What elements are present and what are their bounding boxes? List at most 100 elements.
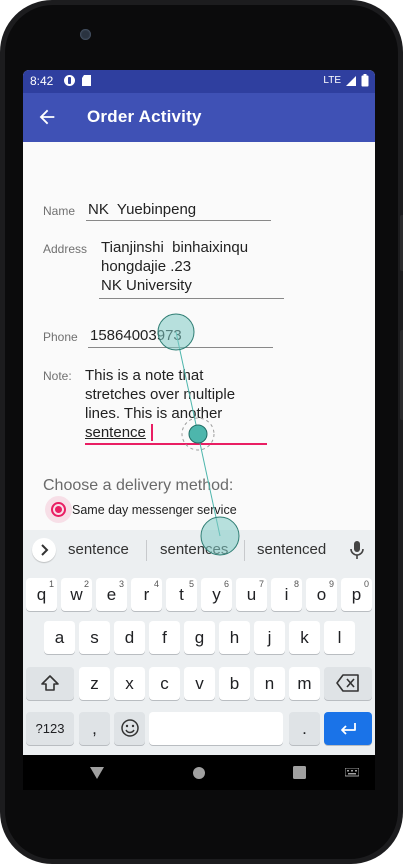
phone-underline xyxy=(88,347,273,348)
key-z[interactable]: z xyxy=(79,667,110,700)
key-o-hint: 9 xyxy=(328,579,334,589)
key-m[interactable]: m xyxy=(289,667,320,700)
key-i-label: i xyxy=(284,585,289,604)
key-p[interactable]: p0 xyxy=(341,578,372,611)
period-key[interactable]: . xyxy=(289,712,320,745)
note-label: Note: xyxy=(43,369,72,383)
key-p-hint: 0 xyxy=(363,579,369,589)
key-f[interactable]: f xyxy=(149,621,180,654)
note-underline-focused xyxy=(85,443,267,445)
key-i-hint: 8 xyxy=(293,579,299,589)
key-x[interactable]: x xyxy=(114,667,145,700)
key-d[interactable]: d xyxy=(114,621,145,654)
suggestion-2[interactable]: sentences xyxy=(160,541,228,558)
key-u-label: u xyxy=(246,585,257,604)
backspace-icon xyxy=(336,674,359,692)
address-label: Address xyxy=(43,242,88,256)
symbols-key[interactable]: ?123 xyxy=(26,712,74,745)
key-t-hint: 5 xyxy=(188,579,194,589)
name-underline xyxy=(86,220,271,221)
key-e-label: e xyxy=(106,585,117,604)
front-camera xyxy=(80,29,91,40)
recents-nav-icon[interactable] xyxy=(293,766,306,779)
chevron-right-icon xyxy=(41,544,49,556)
key-w-label: w xyxy=(70,585,83,604)
screen: 8:42 LTE Order Activity Name NK Yuebinpe… xyxy=(23,70,375,790)
key-e-hint: 3 xyxy=(118,579,124,589)
enter-key[interactable] xyxy=(324,712,372,745)
suggestion-strip: sentence sentences sentenced xyxy=(23,530,375,572)
name-field[interactable]: NK Yuebinpeng xyxy=(88,200,196,219)
key-o[interactable]: o9 xyxy=(306,578,337,611)
key-h[interactable]: h xyxy=(219,621,250,654)
address-line: NK University xyxy=(101,277,192,294)
emoji-key[interactable] xyxy=(114,712,145,745)
key-i[interactable]: i8 xyxy=(271,578,302,611)
key-g[interactable]: g xyxy=(184,621,215,654)
key-n[interactable]: n xyxy=(254,667,285,700)
key-r[interactable]: r4 xyxy=(131,578,162,611)
key-q-label: q xyxy=(36,585,47,604)
suggestion-divider xyxy=(244,540,245,561)
phone-label: Phone xyxy=(43,330,78,344)
note-line: lines. This is another xyxy=(85,405,223,422)
back-arrow-icon[interactable] xyxy=(36,106,58,128)
key-p-label: p xyxy=(351,585,362,604)
status-time: 8:42 xyxy=(30,74,54,88)
key-t-label: t xyxy=(179,585,184,604)
page-title: Order Activity xyxy=(87,107,202,126)
key-l[interactable]: l xyxy=(324,621,355,654)
app-bar: Order Activity xyxy=(23,93,375,142)
key-t[interactable]: t5 xyxy=(166,578,197,611)
space-key[interactable] xyxy=(149,712,283,745)
key-y-hint: 6 xyxy=(223,579,229,589)
key-y-label: y xyxy=(212,585,221,604)
key-k[interactable]: k xyxy=(289,621,320,654)
key-s[interactable]: s xyxy=(79,621,110,654)
key-a[interactable]: a xyxy=(44,621,75,654)
key-c[interactable]: c xyxy=(149,667,180,700)
key-v[interactable]: v xyxy=(184,667,215,700)
shift-icon xyxy=(41,675,59,691)
home-nav-icon[interactable] xyxy=(192,766,206,780)
comma-key[interactable]: , xyxy=(79,712,110,745)
key-u[interactable]: u7 xyxy=(236,578,267,611)
note-line-selected-word: sentence xyxy=(85,424,146,441)
expand-suggestions-button[interactable] xyxy=(32,538,56,562)
backspace-key[interactable] xyxy=(324,667,372,700)
suggestion-1[interactable]: sentence xyxy=(68,541,129,558)
suggestion-3[interactable]: sentenced xyxy=(257,541,326,558)
key-b[interactable]: b xyxy=(219,667,250,700)
address-line: Tianjinshi binhaixinqu xyxy=(101,239,249,256)
suggestion-divider xyxy=(146,540,147,561)
key-w[interactable]: w2 xyxy=(61,578,92,611)
radio-same-day-label[interactable]: Same day messenger service xyxy=(72,503,237,517)
notification-icon xyxy=(64,75,75,86)
phone-field[interactable]: 15864003973 xyxy=(90,326,182,345)
radio-same-day[interactable] xyxy=(51,502,66,517)
shift-key[interactable] xyxy=(26,667,74,700)
battery-icon xyxy=(361,74,369,87)
key-u-hint: 7 xyxy=(258,579,264,589)
enter-icon xyxy=(341,723,356,735)
note-line: stretches over multiple xyxy=(85,386,236,403)
key-o-label: o xyxy=(316,585,327,604)
back-nav-icon[interactable] xyxy=(89,766,105,780)
key-q[interactable]: q1 xyxy=(26,578,57,611)
key-y[interactable]: y6 xyxy=(201,578,232,611)
microphone-icon[interactable] xyxy=(349,540,365,560)
key-e[interactable]: e3 xyxy=(96,578,127,611)
text-cursor xyxy=(151,424,153,441)
status-bar: 8:42 LTE xyxy=(23,70,375,93)
emoji-icon xyxy=(120,719,139,737)
navigation-bar xyxy=(23,755,375,790)
phone-frame: 8:42 LTE Order Activity Name NK Yuebinpe… xyxy=(0,0,403,864)
address-underline xyxy=(99,298,284,299)
address-line: hongdajie .23 xyxy=(101,258,192,275)
key-j[interactable]: j xyxy=(254,621,285,654)
name-label: Name xyxy=(43,204,76,218)
note-line: This is a note that xyxy=(85,367,204,384)
delivery-heading: Choose a delivery method: xyxy=(43,477,234,494)
keyboard-switch-icon[interactable] xyxy=(345,768,359,778)
sd-card-icon xyxy=(82,75,91,86)
